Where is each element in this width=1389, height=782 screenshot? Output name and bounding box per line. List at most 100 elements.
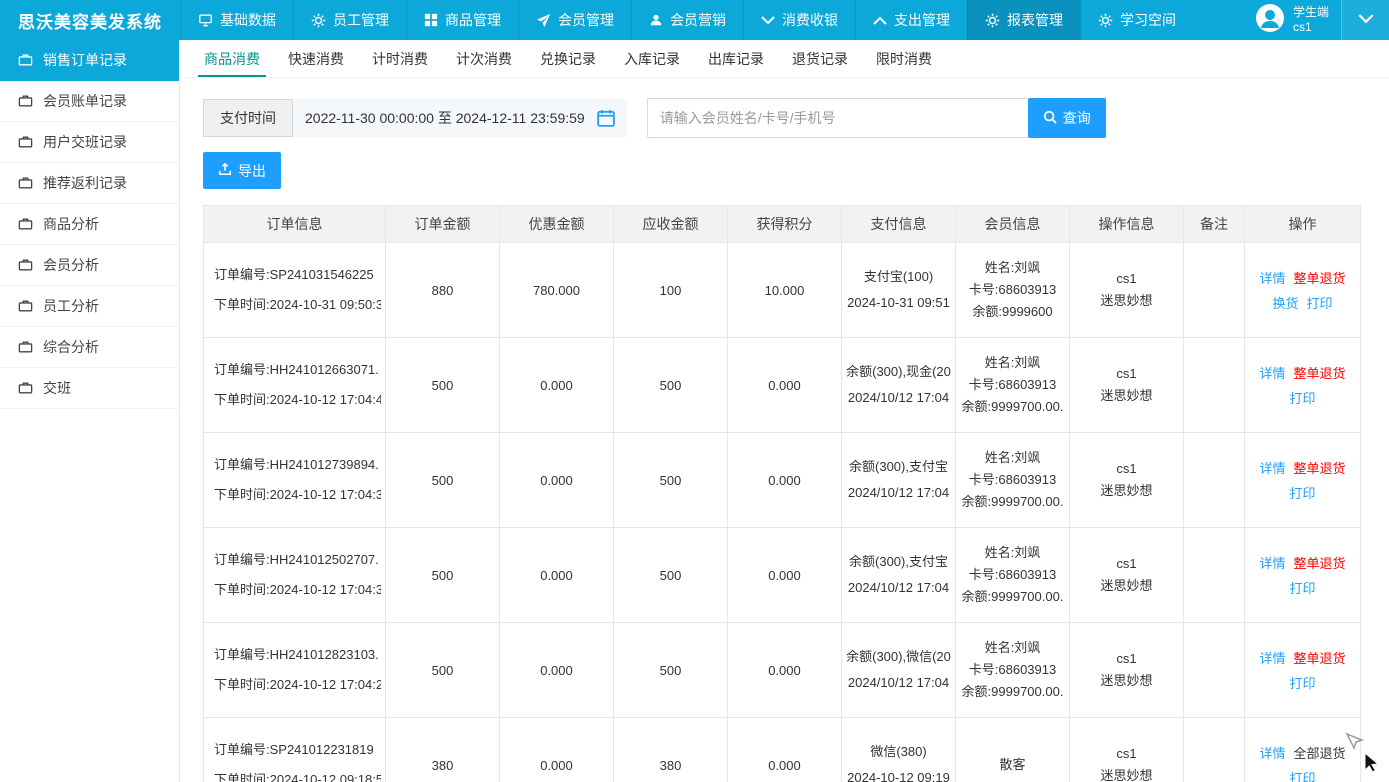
detail-link[interactable]: 详情 xyxy=(1259,363,1285,382)
detail-link[interactable]: 详情 xyxy=(1259,268,1285,287)
sidebar-item-shift[interactable]: 交班 xyxy=(0,368,179,409)
remark-cell xyxy=(1184,243,1245,338)
tab-timed-consumption[interactable]: 计时消费 xyxy=(358,40,442,77)
exchange-link[interactable]: 换货 xyxy=(1272,293,1298,312)
member-card: 卡号:68603913 xyxy=(960,659,1065,681)
member-name: 姓名:刘飒 xyxy=(960,257,1065,279)
user-menu[interactable]: 学生端 cs1 xyxy=(1243,0,1341,40)
refund-order-link[interactable]: 整单退货 xyxy=(1294,553,1346,572)
detail-link[interactable]: 详情 xyxy=(1259,553,1285,572)
nav-item-cashier[interactable]: 消费收银 xyxy=(743,0,855,40)
tab-outbound-records[interactable]: 出库记录 xyxy=(694,40,778,77)
pay-method: 余额(300),现金(20 xyxy=(846,359,951,385)
sidebar-item-shift-records[interactable]: 用户交班记录 xyxy=(0,122,179,163)
member-search-input[interactable] xyxy=(647,98,1029,138)
sidebar-item-comprehensive-analysis[interactable]: 综合分析 xyxy=(0,327,179,368)
sidebar: 销售订单记录 会员账单记录 用户交班记录 推荐返利记录 商品分析 会员分析 xyxy=(0,40,180,782)
detail-link[interactable]: 详情 xyxy=(1259,648,1285,667)
nav-item-label: 会员营销 xyxy=(670,10,726,30)
nav-item-reports[interactable]: 报表管理 xyxy=(967,0,1080,40)
pay-method: 微信(380) xyxy=(846,739,951,765)
refund-order-link[interactable]: 整单退货 xyxy=(1294,268,1346,287)
remark-cell xyxy=(1184,433,1245,528)
tab-exchange-records[interactable]: 兑换记录 xyxy=(526,40,610,77)
order-number: 订单编号:HH241012823103. xyxy=(214,640,381,670)
operator-name: cs1 xyxy=(1074,553,1179,575)
refund-order-link[interactable]: 整单退货 xyxy=(1294,363,1346,382)
gear-icon xyxy=(1098,13,1113,28)
nav-item-label: 支出管理 xyxy=(894,10,950,30)
pay-time: 2024/10/12 17:04 xyxy=(846,575,951,601)
tab-count-consumption[interactable]: 计次消费 xyxy=(442,40,526,77)
operator-store: 迷思妙想 xyxy=(1074,765,1179,782)
nav-item-label: 基础数据 xyxy=(220,10,276,30)
print-link[interactable]: 打印 xyxy=(1289,673,1315,692)
detail-link[interactable]: 详情 xyxy=(1259,743,1285,762)
briefcase-icon xyxy=(18,340,33,354)
date-filter-group: 支付时间 2022-11-30 00:00:00 至 2024-12-11 23… xyxy=(203,99,627,137)
pay-method: 余额(300),微信(20 xyxy=(846,644,951,670)
nav-item-label: 消费收银 xyxy=(782,10,838,30)
points-earned: 0.000 xyxy=(728,623,842,718)
sidebar-item-member-bills[interactable]: 会员账单记录 xyxy=(0,81,179,122)
col-order-amount: 订单金额 xyxy=(386,206,500,243)
order-time: 下单时间:2024-10-12 09:18:5 xyxy=(214,765,381,782)
date-range-value: 2022-11-30 00:00:00 至 2024-12-11 23:59:5… xyxy=(305,108,585,128)
col-points-earned: 获得积分 xyxy=(728,206,842,243)
table-row: 订单编号:SP241012231819 下单时间:2024-10-12 09:1… xyxy=(204,718,1361,782)
navbar-collapse-button[interactable] xyxy=(1341,0,1389,40)
print-link[interactable]: 打印 xyxy=(1289,578,1315,597)
nav-item-basic-data[interactable]: 基础数据 xyxy=(180,0,293,40)
export-button[interactable]: 导出 xyxy=(203,152,281,189)
tab-return-records[interactable]: 退货记录 xyxy=(778,40,862,77)
search-icon xyxy=(1043,110,1057,127)
col-discount-amount: 优惠金额 xyxy=(500,206,614,243)
calendar-icon[interactable] xyxy=(597,109,615,127)
tab-bar: 商品消费 快速消费 计时消费 计次消费 兑换记录 入库记录 出库记录 退货记录 … xyxy=(180,40,1389,78)
member-name: 姓名:刘飒 xyxy=(960,447,1065,469)
sidebar-item-referral-rebates[interactable]: 推荐返利记录 xyxy=(0,163,179,204)
member-balance: 余额:9999700.00. xyxy=(960,586,1065,608)
refund-all-link[interactable]: 全部退货 xyxy=(1294,743,1346,762)
order-amount: 880 xyxy=(386,243,500,338)
print-link[interactable]: 打印 xyxy=(1289,388,1315,407)
nav-item-staff[interactable]: 员工管理 xyxy=(293,0,406,40)
pay-time-button[interactable]: 支付时间 xyxy=(203,99,293,137)
sidebar-item-product-analysis[interactable]: 商品分析 xyxy=(0,204,179,245)
chevron-down-icon xyxy=(761,16,775,25)
print-link[interactable]: 打印 xyxy=(1289,768,1315,782)
user-role: 学生端 xyxy=(1293,5,1329,20)
nav-item-expenses[interactable]: 支出管理 xyxy=(855,0,967,40)
nav-item-products[interactable]: 商品管理 xyxy=(406,0,518,40)
tab-limited-time-consumption[interactable]: 限时消费 xyxy=(862,40,946,77)
print-link[interactable]: 打印 xyxy=(1289,483,1315,502)
tab-quick-consumption[interactable]: 快速消费 xyxy=(274,40,358,77)
chevron-up-icon xyxy=(873,16,887,25)
briefcase-icon xyxy=(18,381,33,395)
points-earned: 0.000 xyxy=(728,338,842,433)
member-balance: 余额:9999700.00. xyxy=(960,396,1065,418)
nav-item-members[interactable]: 会员管理 xyxy=(518,0,631,40)
sidebar-item-member-analysis[interactable]: 会员分析 xyxy=(0,245,179,286)
nav-item-learning[interactable]: 学习空间 xyxy=(1080,0,1193,40)
refund-order-link[interactable]: 整单退货 xyxy=(1294,458,1346,477)
member-balance: 余额:9999600 xyxy=(960,301,1065,323)
date-range-field[interactable]: 2022-11-30 00:00:00 至 2024-12-11 23:59:5… xyxy=(293,99,627,137)
main-menu: 基础数据 员工管理 商品管理 会员管理 会员营销 消费收银 xyxy=(180,0,1193,40)
refund-order-link[interactable]: 整单退货 xyxy=(1294,648,1346,667)
tab-inbound-records[interactable]: 入库记录 xyxy=(610,40,694,77)
operator-store: 迷思妙想 xyxy=(1074,290,1179,312)
member-name: 姓名:刘飒 xyxy=(960,352,1065,374)
export-icon xyxy=(218,162,232,179)
print-link[interactable]: 打印 xyxy=(1307,293,1333,312)
tab-product-consumption[interactable]: 商品消费 xyxy=(190,40,274,77)
discount-amount: 0.000 xyxy=(500,433,614,528)
query-button[interactable]: 查询 xyxy=(1028,98,1106,138)
main-content: 商品消费 快速消费 计时消费 计次消费 兑换记录 入库记录 出库记录 退货记录 … xyxy=(180,40,1389,782)
detail-link[interactable]: 详情 xyxy=(1259,458,1285,477)
sidebar-item-staff-analysis[interactable]: 员工分析 xyxy=(0,286,179,327)
nav-item-marketing[interactable]: 会员营销 xyxy=(631,0,743,40)
query-button-label: 查询 xyxy=(1063,108,1091,128)
briefcase-icon xyxy=(18,176,33,190)
sidebar-item-sales-orders[interactable]: 销售订单记录 xyxy=(0,40,179,81)
